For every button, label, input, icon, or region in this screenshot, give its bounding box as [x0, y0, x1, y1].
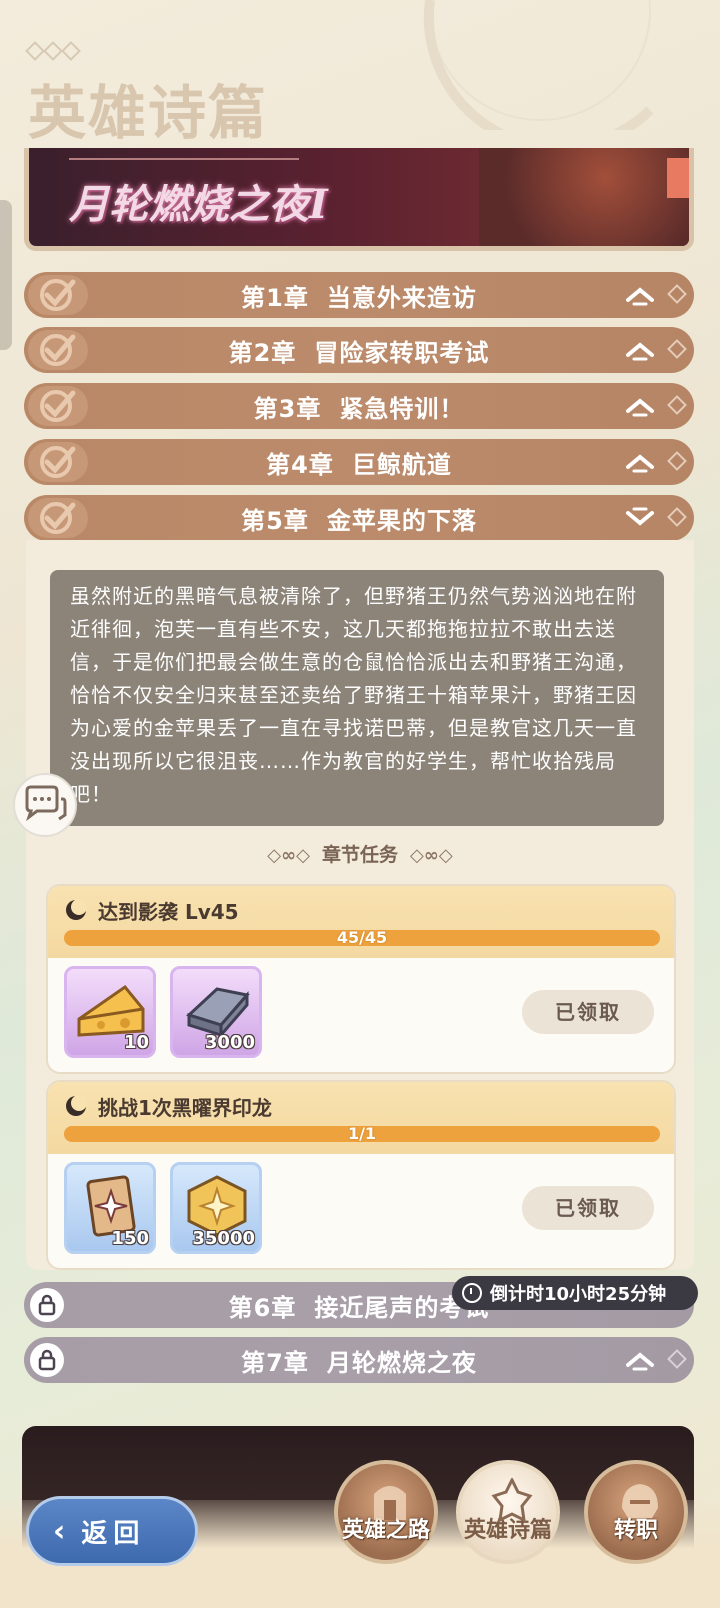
chapter-row-5[interactable]: 第5章 金苹果的下落 — [24, 495, 694, 541]
check-icon — [28, 386, 88, 426]
check-icon — [28, 275, 88, 315]
countdown-badge: 倒计时10小时25分钟 — [452, 1276, 698, 1310]
progress-text: 1/1 — [347, 1124, 377, 1143]
banner-title: 月轮燃烧之夜I — [69, 181, 328, 228]
reward-quantity: 3000 — [204, 1032, 255, 1053]
back-button[interactable]: ‹ 返回 — [26, 1496, 198, 1566]
chapter-number: 第2章 — [228, 338, 297, 367]
task-card-2: 挑战1次黑曜界印龙 1/1 150 35000 已领取 — [46, 1080, 676, 1270]
chapter-name: 紧急特训！ — [339, 394, 465, 423]
nav-hero-epic[interactable]: 英雄诗篇 — [456, 1460, 560, 1564]
chat-bubble-icon[interactable] — [13, 773, 77, 837]
reward-quantity: 150 — [111, 1228, 149, 1249]
title-ornament — [25, 41, 81, 61]
chapter-number: 第6章 — [228, 1293, 297, 1322]
chapter-number: 第5章 — [241, 506, 309, 535]
chapter-name: 巨鲸航道 — [351, 450, 452, 479]
reward-quantity: 10 — [123, 1032, 149, 1053]
check-icon — [28, 442, 88, 482]
chapter-row-2[interactable]: 第2章 冒险家转职考试 — [24, 327, 694, 373]
chevron-up-icon[interactable] — [624, 449, 656, 475]
moon-task-icon — [66, 899, 87, 920]
check-icon — [28, 330, 88, 370]
crest-icon — [491, 1478, 533, 1522]
chapter-number: 第4章 — [266, 450, 334, 479]
chapter-5-detail-panel: 虽然附近的黑暗气息被清除了，但野猪王仍然气势汹汹地在附近徘徊，泡芙一直有些不安，… — [26, 540, 694, 1270]
chevron-up-icon[interactable] — [624, 393, 656, 419]
chapter-row-3[interactable]: 第3章 紧急特训！ — [24, 383, 694, 429]
claimed-button[interactable]: 已领取 — [522, 1186, 654, 1230]
chapter-name: 冒险家转职考试 — [314, 338, 490, 367]
back-button-label: 返回 — [81, 1518, 146, 1549]
chevron-up-icon[interactable] — [624, 1347, 656, 1373]
reward-item[interactable]: 10 — [64, 966, 156, 1058]
reward-quantity: 35000 — [192, 1228, 255, 1249]
reward-item[interactable]: 3000 — [170, 966, 262, 1058]
story-text: 虽然附近的黑暗气息被清除了，但野猪王仍然气势汹汹地在附近徘徊，泡芙一直有些不安，… — [50, 570, 664, 826]
tasks-section-header: ◇∞◇ 章节任务 ◇∞◇ — [267, 844, 453, 866]
task-title: 挑战1次黑曜界印龙 — [98, 1096, 272, 1120]
chevron-up-icon[interactable] — [624, 282, 656, 308]
chevron-up-icon[interactable] — [624, 337, 656, 363]
chapter-name: 月轮燃烧之夜 — [326, 1348, 477, 1377]
chapter-name: 金苹果的下落 — [326, 506, 477, 535]
chapter-number: 第3章 — [253, 394, 322, 423]
progress-text: 45/45 — [336, 928, 388, 947]
progress-bar: 1/1 — [64, 1124, 660, 1143]
ribbon-icon — [667, 158, 689, 198]
lock-icon — [30, 1288, 64, 1322]
event-banner[interactable]: 月轮燃烧之夜I — [24, 148, 694, 251]
nav-job-change[interactable]: 转职 — [584, 1460, 688, 1564]
chapter-row-7[interactable]: 第7章 月轮燃烧之夜 — [24, 1337, 694, 1383]
chevron-down-icon[interactable] — [624, 505, 656, 531]
chapter-row-4[interactable]: 第4章 巨鲸航道 — [24, 439, 694, 485]
progress-bar: 45/45 — [64, 928, 660, 947]
lock-icon — [30, 1343, 64, 1377]
chapter-number: 第1章 — [241, 283, 309, 312]
back-arrow-icon: ‹ — [53, 1513, 72, 1549]
task-title: 达到影袭 Lv45 — [98, 900, 239, 924]
chapter-row-1[interactable]: 第1章 当意外来造访 — [24, 272, 694, 318]
check-icon — [28, 498, 88, 538]
countdown-text: 倒计时10小时25分钟 — [490, 1284, 667, 1305]
moon-task-icon — [66, 1095, 87, 1116]
task-card-1: 达到影袭 Lv45 45/45 10 3000 已领取 — [46, 884, 676, 1074]
page-title: 英雄诗篇 — [28, 79, 269, 147]
gate-icon — [374, 1486, 406, 1520]
reward-item[interactable]: 35000 — [170, 1162, 262, 1254]
nav-hero-road[interactable]: 英雄之路 — [334, 1460, 438, 1564]
helmet-icon — [622, 1484, 658, 1518]
claimed-button[interactable]: 已领取 — [522, 990, 654, 1034]
chapter-number: 第7章 — [241, 1348, 309, 1377]
reward-item[interactable]: 150 — [64, 1162, 156, 1254]
moon-decoration — [423, 0, 654, 130]
chapter-name: 当意外来造访 — [326, 283, 477, 312]
clock-icon — [462, 1283, 482, 1303]
side-scroll-handle[interactable] — [0, 200, 12, 350]
